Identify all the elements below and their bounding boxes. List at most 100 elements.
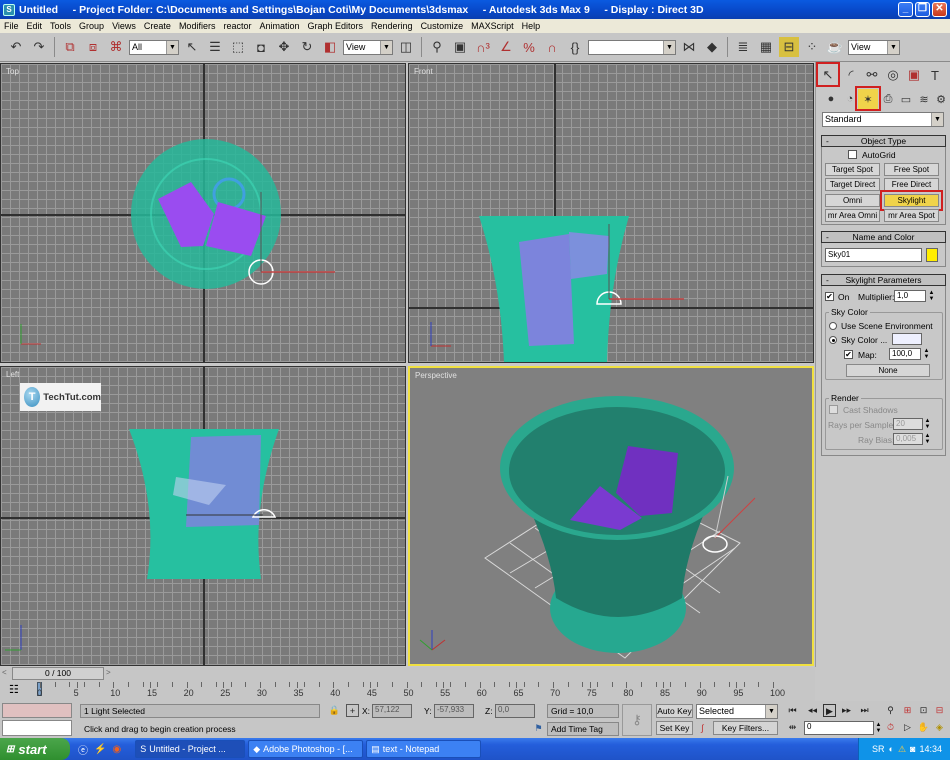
menu-create[interactable]: Create	[140, 21, 175, 31]
zoom-all-icon[interactable]: ⊞	[901, 704, 914, 717]
sky-color-radio[interactable]	[829, 336, 837, 344]
undo-icon[interactable]: ↶	[6, 37, 26, 57]
map-checkbox[interactable]: ✔	[844, 350, 853, 359]
rays-per-sample-input[interactable]: 20	[893, 418, 923, 430]
object-name-input[interactable]: Sky01	[825, 248, 922, 262]
start-button[interactable]: ⊞ start	[0, 738, 70, 760]
layer-manager-icon[interactable]: ≣	[733, 37, 753, 57]
tray-warning-icon[interactable]: ⚠	[898, 744, 906, 755]
object-category-dropdown[interactable]: Standard ▼	[822, 112, 944, 127]
sky-color-swatch[interactable]	[892, 333, 922, 345]
field-of-view-icon[interactable]: ▷	[901, 721, 914, 734]
free-spot-button[interactable]: Free Spot	[884, 163, 939, 176]
multiplier-spinner[interactable]: ▲ ▼	[928, 290, 935, 302]
select-object-icon[interactable]: ↖	[182, 37, 202, 57]
ray-bias-spinner[interactable]: ▲ ▼	[924, 433, 931, 445]
language-indicator[interactable]: SR	[872, 744, 885, 754]
maxscript-input[interactable]	[2, 720, 72, 736]
auto-key-button[interactable]: Auto Key	[656, 704, 693, 718]
menu-reactor[interactable]: reactor	[219, 21, 255, 31]
zoom-extents-icon[interactable]: ⊡	[917, 704, 930, 717]
mirror-icon[interactable]: ⋈	[679, 37, 699, 57]
taskbar-item-photoshop[interactable]: ◆ Adobe Photoshop - [...	[248, 740, 364, 758]
rays-per-sample-spinner[interactable]: ▲ ▼	[924, 418, 931, 430]
time-tag-icon[interactable]: ⚑	[532, 722, 545, 735]
play-icon[interactable]: ▶	[823, 704, 836, 717]
select-and-link-icon[interactable]: ⧉	[60, 37, 80, 57]
time-configuration-icon[interactable]: ⏱	[884, 721, 897, 734]
menu-modifiers[interactable]: Modifiers	[175, 21, 220, 31]
object-color-swatch[interactable]	[926, 248, 938, 262]
map-amount-spinner[interactable]: ▲ ▼	[923, 348, 930, 360]
window-crossing-icon[interactable]: ◘	[251, 37, 271, 57]
default-tangents-icon[interactable]: ∫	[696, 722, 709, 735]
unlink-icon[interactable]: ⧈	[83, 37, 103, 57]
reference-coordinate-dropdown[interactable]: View ▼	[343, 39, 393, 55]
map-amount-input[interactable]: 100,0	[889, 348, 921, 360]
map-none-button[interactable]: None	[846, 364, 930, 377]
material-editor-icon[interactable]: ⁘	[802, 37, 822, 57]
maxscript-listener-mini[interactable]	[2, 703, 72, 718]
spinner-snap-icon[interactable]: ∩	[542, 37, 562, 57]
skylight-params-rollout-header[interactable]: - Skylight Parameters	[821, 274, 946, 286]
redo-icon[interactable]: ↷	[29, 37, 49, 57]
y-coordinate-input[interactable]: -57,933	[434, 704, 474, 718]
omni-button[interactable]: Omni	[825, 194, 880, 207]
viewport-top[interactable]: Top	[0, 63, 406, 363]
key-filters-button[interactable]: Key Filters...	[713, 721, 778, 735]
select-and-manipulate-icon[interactable]: ⚲	[427, 37, 447, 57]
menu-edit[interactable]: Edit	[23, 21, 47, 31]
quicklaunch-ie-icon[interactable]: ⓔ	[78, 742, 88, 757]
cameras-icon[interactable]: ⎙	[878, 89, 898, 109]
geometry-icon[interactable]: ●	[821, 89, 841, 109]
select-and-rotate-icon[interactable]: ↻	[297, 37, 317, 57]
systems-icon[interactable]: ⚙	[931, 89, 950, 109]
menu-help[interactable]: Help	[518, 21, 545, 31]
curve-editor-icon[interactable]: ▦	[756, 37, 776, 57]
add-time-tag-button[interactable]: Add Time Tag	[547, 722, 619, 736]
set-key-button[interactable]: Set Key	[656, 721, 693, 735]
go-to-start-icon[interactable]: ⏮	[786, 704, 799, 717]
set-key-icon[interactable]: ⚷	[622, 704, 652, 736]
mr-area-spot-button[interactable]: mr Area Spot	[884, 209, 939, 222]
quicklaunch-firefox-icon[interactable]: ◉	[112, 744, 121, 755]
pan-icon[interactable]: ✋	[917, 721, 930, 734]
object-type-rollout-header[interactable]: - Object Type	[821, 135, 946, 147]
absolute-mode-icon[interactable]: +	[346, 704, 359, 717]
modify-tab-icon[interactable]: ◜	[841, 65, 861, 85]
select-and-scale-icon[interactable]: ◧	[320, 37, 340, 57]
target-spot-button[interactable]: Target Spot	[825, 163, 880, 176]
taskbar-item-notepad[interactable]: ▤ text - Notepad	[366, 740, 482, 758]
snaps-toggle-icon[interactable]: ∩³	[473, 37, 493, 57]
select-and-move-icon[interactable]: ✥	[274, 37, 294, 57]
zoom-icon[interactable]: ⚲	[884, 704, 897, 717]
menu-file[interactable]: File	[0, 21, 23, 31]
cast-shadows-checkbox[interactable]	[829, 405, 838, 414]
key-mode-dropdown[interactable]: Selected ▼	[696, 704, 778, 719]
target-direct-button[interactable]: Target Direct	[825, 178, 880, 191]
track-bar[interactable]: ☷ 0 5 10 15 20 25 30 35 40 45 50 55 60 65 70 75 80 85 90 95…	[0, 680, 815, 701]
next-frame-icon[interactable]: ▸▸	[840, 704, 853, 717]
x-coordinate-input[interactable]: 57,122	[372, 704, 412, 718]
helpers-icon[interactable]: ▭	[896, 89, 916, 109]
utilities-tab-icon[interactable]: T	[925, 65, 945, 85]
schematic-view-icon[interactable]: ⊟	[779, 37, 799, 57]
z-coordinate-input[interactable]: 0,0	[495, 704, 535, 718]
tray-app-icon[interactable]: ◙	[910, 744, 915, 754]
zoom-extents-all-icon[interactable]: ⊟	[933, 704, 946, 717]
multiplier-input[interactable]: 1,0	[894, 290, 926, 302]
keyboard-shortcut-override-icon[interactable]: ▣	[450, 37, 470, 57]
viewport-perspective[interactable]: Perspective	[408, 366, 814, 666]
selection-lock-icon[interactable]: 🔒	[328, 704, 341, 717]
align-icon[interactable]: ◆	[702, 37, 722, 57]
menu-graph-editors[interactable]: Graph Editors	[304, 21, 368, 31]
minimize-button[interactable]: _	[898, 2, 913, 17]
previous-frame-icon[interactable]: ◂◂	[806, 704, 819, 717]
quicklaunch-icon[interactable]: ⚡	[94, 744, 106, 755]
taskbar-item-3dsmax[interactable]: S Untitled - Project ...	[135, 740, 246, 758]
arc-rotate-icon[interactable]: ◈	[933, 721, 946, 734]
close-button[interactable]: ✕	[932, 2, 947, 17]
autogrid-checkbox[interactable]	[848, 150, 857, 159]
key-mode-toggle-icon[interactable]: ⇹	[786, 721, 799, 734]
menu-animation[interactable]: Animation	[255, 21, 303, 31]
